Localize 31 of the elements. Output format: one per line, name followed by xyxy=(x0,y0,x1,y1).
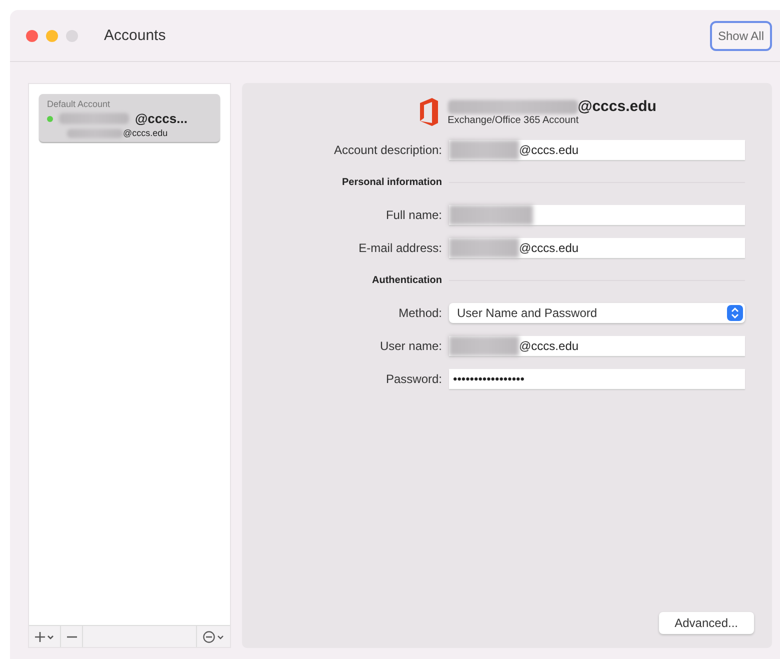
section-heading: Authentication xyxy=(371,274,442,286)
stepper-icon xyxy=(727,304,743,320)
window-title: Accounts xyxy=(104,27,167,44)
window-control-button[interactable] xyxy=(26,30,38,42)
advanced-button[interactable]: Advanced... xyxy=(658,612,754,634)
input-field[interactable]: @cccs.edu xyxy=(449,140,745,160)
minus-circle-icon xyxy=(202,630,224,642)
minus-icon xyxy=(66,636,76,638)
account-item[interactable]: Default Account @cccs... @cccs.edu xyxy=(39,94,220,142)
password-field[interactable]: ••••••••••••••••• xyxy=(449,368,745,388)
account-name: @cccs.edu xyxy=(578,98,656,115)
account-type: Exchange/Office 365 Account xyxy=(448,115,580,126)
field-label: User name: xyxy=(378,338,442,352)
account-header: Default Account xyxy=(47,99,112,109)
method-dropdown[interactable]: User Name and Password xyxy=(449,302,745,322)
field-label: Account description: xyxy=(332,142,442,156)
account-name: @cccs... xyxy=(135,111,188,126)
input-field[interactable] xyxy=(449,204,745,224)
account-email: @cccs.edu xyxy=(123,128,168,138)
window-control-button[interactable] xyxy=(46,30,58,42)
field-label: Full name: xyxy=(384,208,442,222)
redacted-text xyxy=(67,128,123,138)
show-all-button[interactable]: Show All xyxy=(710,20,772,50)
field-label: E-mail address: xyxy=(358,240,442,254)
input-field[interactable]: @cccs.edu xyxy=(449,238,745,258)
field-label: Method: xyxy=(398,306,442,320)
field-label: Password: xyxy=(384,372,442,386)
plus-icon xyxy=(34,632,54,642)
section-heading: Personal information xyxy=(340,176,442,188)
office-logo-icon xyxy=(418,97,440,127)
input-field[interactable]: @cccs.edu xyxy=(449,336,745,356)
